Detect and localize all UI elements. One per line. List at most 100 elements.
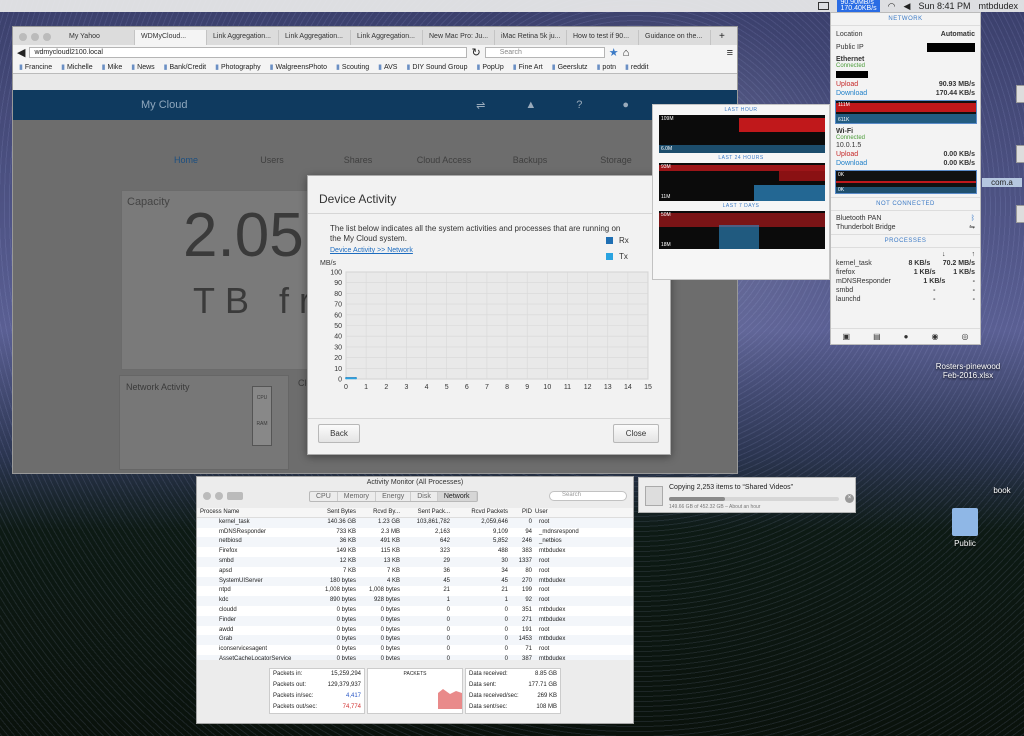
bookmark-item[interactable]: Scouting xyxy=(336,63,369,71)
network-utility-icon[interactable]: ◉ xyxy=(931,332,938,341)
clock[interactable]: Sun 8:41 PM xyxy=(918,1,970,11)
file-icon[interactable] xyxy=(1016,145,1024,163)
reload-icon[interactable]: ↻ xyxy=(471,46,480,59)
tab-imac[interactable]: iMac Retina 5k ju... xyxy=(495,30,567,45)
user-menu[interactable]: mtbdudex xyxy=(978,1,1018,11)
column-header[interactable]: PID xyxy=(511,508,535,517)
file-icon[interactable] xyxy=(1016,85,1024,103)
back-button[interactable]: Back xyxy=(318,424,360,443)
activity-monitor-icon[interactable]: ▣ xyxy=(843,332,851,341)
bookmark-star-icon[interactable]: ★ xyxy=(609,46,619,59)
volume-icon[interactable]: ◀ xyxy=(904,1,911,12)
user-icon[interactable]: ● xyxy=(622,99,629,112)
menu-icon[interactable]: ≡ xyxy=(727,47,733,59)
nav-shares[interactable]: Shares xyxy=(315,120,401,180)
tab-energy[interactable]: Energy xyxy=(376,491,412,501)
tab-guidance[interactable]: Guidance on the... xyxy=(639,30,711,45)
tab-how-to-test[interactable]: How to test if 90... xyxy=(567,30,639,45)
packets-selector[interactable]: PACKETS xyxy=(368,669,462,679)
preferences-icon[interactable]: ◎ xyxy=(961,332,968,341)
bookmark-item[interactable]: Michelle xyxy=(61,63,93,71)
table-row[interactable]: kdc 890 bytes 928 bytes 1 1 92 root xyxy=(197,596,633,606)
stop-process-icon[interactable] xyxy=(203,492,211,500)
nav-storage[interactable]: Storage xyxy=(573,120,659,180)
table-row[interactable]: Grab 0 bytes 0 bytes 0 0 1453 mtbdudex xyxy=(197,635,633,646)
bookmark-item[interactable]: WalgreensPhoto xyxy=(270,63,328,71)
table-row[interactable]: ntpd 1,008 bytes 1,008 bytes 21 21 199 root xyxy=(197,586,633,596)
tab-wdmycloud[interactable]: WDMyCloud... xyxy=(135,30,207,45)
table-row[interactable]: mDNSResponder 733 KB 2.3 MB 2,163 9,109 94 _md… xyxy=(197,528,633,538)
desktop-item-public[interactable]: Public xyxy=(930,508,1000,548)
minimize-window-button[interactable] xyxy=(31,33,39,41)
bookmark-item[interactable]: reddit xyxy=(625,63,649,71)
network-speed-indicator[interactable]: 90.90MB/s 170.40KB/s xyxy=(837,0,880,12)
desktop-item-xlsx[interactable]: Rosters-pinewood Feb-2016.xlsx xyxy=(928,362,1008,380)
close-button[interactable]: Close xyxy=(613,424,659,443)
network-activity-panel[interactable]: Network Activity CPU RAM xyxy=(119,375,289,470)
bookmark-item[interactable]: PopUp xyxy=(476,63,503,71)
table-row[interactable]: AssetCacheLocatorService 0 bytes 0 bytes 0 0… xyxy=(197,654,633,660)
tab-disk[interactable]: Disk xyxy=(411,491,438,501)
column-header[interactable]: Sent Bytes xyxy=(307,508,359,517)
gear-icon[interactable] xyxy=(227,492,243,500)
bookmark-item[interactable]: Francine xyxy=(19,63,52,71)
bookmark-item[interactable]: Bank/Credit xyxy=(164,63,207,71)
bookmark-item[interactable]: DIY Sound Group xyxy=(406,63,467,71)
column-header[interactable]: Sent Pack... xyxy=(403,508,453,517)
ethernet-graph[interactable]: 111M 611K xyxy=(835,100,977,124)
bookmark-item[interactable]: Mike xyxy=(102,63,123,71)
nav-home[interactable]: Home xyxy=(143,120,229,180)
home-icon[interactable]: ⌂ xyxy=(623,47,630,59)
file-icon[interactable] xyxy=(1016,205,1024,223)
tab-link-aggregation-3[interactable]: Link Aggregation... xyxy=(351,30,423,45)
nav-users[interactable]: Users xyxy=(229,120,315,180)
tab-link-aggregation-1[interactable]: Link Aggregation... xyxy=(207,30,279,45)
bookmark-item[interactable]: Fine Art xyxy=(513,63,543,71)
battery-icon[interactable] xyxy=(818,2,830,10)
tab-mac-pro[interactable]: New Mac Pro: Ju... xyxy=(423,30,495,45)
help-icon[interactable]: ? xyxy=(576,99,582,112)
column-header[interactable]: User xyxy=(535,508,633,517)
table-row[interactable]: SystemUIServer 180 bytes 4 KB 45 45 270 mtbdud… xyxy=(197,576,633,587)
table-row[interactable]: awdd 0 bytes 0 bytes 0 0 191 root xyxy=(197,626,633,636)
desktop-item-book[interactable]: book xyxy=(982,486,1022,495)
bookmark-item[interactable]: AVS xyxy=(378,63,398,71)
table-row[interactable]: Firefox 149 KB 115 KB 323 488 383 mtbdudex xyxy=(197,547,633,557)
alert-icon[interactable]: ▲ xyxy=(525,99,536,112)
column-header[interactable]: Rcvd By... xyxy=(359,508,403,517)
close-window-button[interactable] xyxy=(19,33,27,41)
tab-yahoo[interactable]: My Yahoo xyxy=(63,30,135,45)
table-row[interactable]: kernel_task 140.36 GB 1.23 GB 103,861,782 2,… xyxy=(197,517,633,528)
table-row[interactable]: cloudd 0 bytes 0 bytes 0 0 351 mtbdudex xyxy=(197,606,633,616)
tab-memory[interactable]: Memory xyxy=(338,491,377,501)
bluetooth-row[interactable]: Bluetooth PAN ᛒ xyxy=(831,214,980,223)
column-header[interactable]: Process Name xyxy=(197,508,307,517)
table-row[interactable]: iconservicesagent 0 bytes 0 bytes 0 0 71 root xyxy=(197,645,633,655)
tab-network[interactable]: Network xyxy=(437,491,477,501)
usb-icon[interactable]: ⇌ xyxy=(476,99,485,112)
column-header[interactable]: Rcvd Packets xyxy=(453,508,511,517)
table-row[interactable]: Finder 0 bytes 0 bytes 0 0 271 mtbdudex xyxy=(197,615,633,626)
thunderbolt-row[interactable]: Thunderbolt Bridge ⇋ xyxy=(831,223,980,232)
url-bar[interactable]: wdmycloudl2100.local xyxy=(29,47,468,58)
nav-cloud-access[interactable]: Cloud Access xyxy=(401,120,487,180)
new-tab-button[interactable]: + xyxy=(711,28,733,45)
bookmark-item[interactable]: Photography xyxy=(215,63,261,71)
bookmark-item[interactable]: News xyxy=(131,63,155,71)
info-icon[interactable] xyxy=(215,492,223,500)
search-input[interactable]: Search xyxy=(549,491,627,501)
table-row[interactable]: netbiosd 36 KB 491 KB 642 5,852 246 _netbios xyxy=(197,537,633,548)
nav-backups[interactable]: Backups xyxy=(487,120,573,180)
wifi-icon[interactable]: ◠ xyxy=(888,1,896,12)
tab-link-aggregation-2[interactable]: Link Aggregation... xyxy=(279,30,351,45)
tab-cpu[interactable]: CPU xyxy=(310,491,338,501)
bookmark-item[interactable]: Geerslutz xyxy=(552,63,588,71)
cancel-copy-button[interactable]: × xyxy=(845,494,854,503)
bookmark-item[interactable]: potn xyxy=(597,63,616,71)
console-icon[interactable]: ● xyxy=(904,332,909,341)
location-value[interactable]: Automatic xyxy=(941,30,975,39)
desktop-item-com[interactable]: com.a xyxy=(982,178,1022,187)
wifi-graph[interactable]: 0K 0K xyxy=(835,170,977,194)
back-icon[interactable]: ◀ xyxy=(17,46,25,59)
search-input[interactable]: Search xyxy=(484,47,605,58)
